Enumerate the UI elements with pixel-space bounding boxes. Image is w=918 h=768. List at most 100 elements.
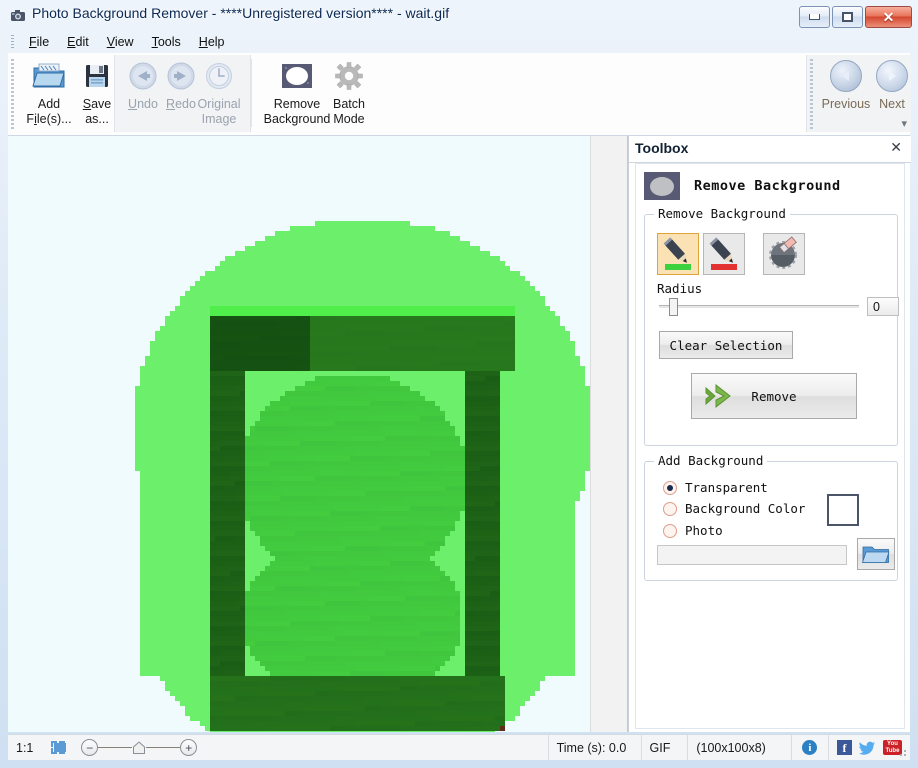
toolbar-add-files-button[interactable]: AddFile(s)...: [22, 57, 76, 131]
facebook-icon[interactable]: f: [837, 740, 852, 755]
menu-item-tools-label: ools: [158, 35, 181, 49]
menu-item-edit-label: dit: [76, 35, 89, 49]
radius-label: Radius: [657, 281, 702, 296]
add-background-group: Add Background Transparent Background Co…: [644, 461, 898, 581]
green-double-arrow-icon: [700, 382, 742, 410]
fit-to-screen-icon: [51, 741, 65, 754]
application-window: Photo Background Remover - ****Unregiste…: [0, 0, 918, 768]
menu-item-help[interactable]: Help: [190, 33, 234, 51]
clear-selection-button[interactable]: Clear Selection: [659, 331, 793, 359]
maximize-icon: [842, 12, 853, 22]
hourglass-image[interactable]: [100, 196, 590, 732]
window-controls: ✕: [799, 6, 912, 28]
fit-to-screen-button[interactable]: [43, 735, 73, 761]
option-transparent-label: Transparent: [685, 480, 768, 495]
remove-bg-icon: [281, 57, 313, 95]
minimize-icon: [809, 14, 820, 20]
remove-button[interactable]: Remove: [691, 373, 857, 419]
option-photo[interactable]: Photo: [663, 523, 723, 538]
resize-grip[interactable]: [897, 747, 907, 757]
radius-slider-thumb[interactable]: [669, 298, 678, 316]
radio-transparent-icon[interactable]: [663, 481, 677, 495]
nav-overflow-button[interactable]: ▾: [901, 117, 907, 130]
zoom-out-button[interactable]: −: [81, 739, 98, 756]
gear-icon: [334, 57, 364, 95]
menu-item-file-label: ile: [37, 35, 50, 49]
close-icon: ✕: [883, 10, 895, 24]
menu-item-view-label: iew: [115, 35, 134, 49]
toolbar-nav-group: Previous Next ▾: [806, 55, 911, 132]
toolbox-panel: Toolbox ✕ Remove Background Remove Backg…: [628, 136, 910, 732]
remove-bg-icon: [644, 172, 680, 200]
photo-path-input[interactable]: [657, 545, 847, 565]
toolbox-header: Toolbox ✕: [629, 136, 911, 163]
menu-item-tools[interactable]: Tools: [143, 33, 190, 51]
eraser-icon: [764, 234, 804, 274]
zoom-track-left[interactable]: [98, 747, 132, 748]
image-canvas[interactable]: [8, 136, 590, 732]
green-pencil-icon: [658, 234, 698, 274]
nav-grip: [810, 59, 813, 129]
zoom-in-button[interactable]: +: [180, 739, 197, 756]
clock-history-icon: [204, 57, 234, 95]
browse-photo-button[interactable]: [857, 538, 895, 570]
zoom-slider-group[interactable]: − +: [73, 735, 548, 761]
remove-background-legend: Remove Background: [654, 206, 790, 221]
arrow-right-circle-icon: [876, 57, 908, 95]
toolbar-original-image-button[interactable]: OriginalImage: [192, 57, 246, 131]
radio-background-color-icon[interactable]: [663, 502, 677, 516]
window-title: Photo Background Remover - ****Unregiste…: [32, 5, 449, 21]
radio-photo-icon[interactable]: [663, 524, 677, 538]
toolbar-batch-mode-button[interactable]: BatchMode: [322, 57, 376, 131]
toolbar-previous-label: Previous: [822, 97, 871, 112]
arrow-left-circle-icon: [830, 57, 862, 95]
toolbox-close-icon[interactable]: ✕: [890, 140, 902, 154]
maximize-button[interactable]: [832, 6, 863, 28]
twitter-icon[interactable]: [859, 741, 876, 755]
option-transparent[interactable]: Transparent: [663, 480, 768, 495]
toolbox-body: Remove Background Remove Background: [635, 163, 905, 729]
info-icon: i: [802, 740, 817, 755]
menu-item-help-label: elp: [208, 35, 225, 49]
open-folder-icon: [862, 543, 890, 565]
zoom-track-right[interactable]: [146, 747, 180, 748]
radius-value-box[interactable]: 0: [867, 297, 899, 316]
ellipse-shape: [650, 177, 674, 196]
menu-item-view[interactable]: View: [98, 33, 143, 51]
info-button[interactable]: i: [792, 735, 829, 761]
toolbar-next-button[interactable]: Next: [865, 57, 918, 131]
toolbar-add-files-label: AddFile(s)...: [26, 97, 71, 127]
background-color-swatch[interactable]: [827, 494, 859, 526]
toolbar-remove-background-label: RemoveBackground: [264, 97, 331, 127]
keep-marker-tool-button[interactable]: [657, 233, 699, 275]
status-bar: 1:1 − + Time (s): 0.0 GIF (100x100x8) i: [8, 734, 910, 760]
menu-item-file[interactable]: File: [20, 33, 58, 51]
menu-bar: File Edit View Tools Help: [8, 31, 910, 53]
red-pencil-icon: [704, 234, 744, 274]
option-photo-label: Photo: [685, 523, 723, 538]
minimize-button[interactable]: [799, 6, 830, 28]
toolbar-save-as-label: Saveas...: [83, 97, 112, 127]
option-background-color-label: Background Color: [685, 501, 805, 516]
toolbar-grip: [11, 59, 14, 129]
radius-slider-track[interactable]: [659, 305, 859, 308]
remove-marker-tool-button[interactable]: [703, 233, 745, 275]
option-background-color[interactable]: Background Color: [663, 501, 805, 516]
main-toolbar: AddFile(s)... Saveas...: [8, 53, 910, 136]
toolbar-batch-mode-label: BatchMode: [333, 97, 365, 127]
eraser-tool-button[interactable]: [763, 233, 805, 275]
dimensions-label: (100x100x8): [688, 735, 791, 761]
menu-item-edit[interactable]: Edit: [58, 33, 98, 51]
canvas-splitter[interactable]: [590, 136, 628, 732]
remove-button-label: Remove: [751, 389, 796, 404]
time-label: Time (s): 0.0: [549, 735, 642, 761]
zoom-slider-thumb[interactable]: [132, 741, 146, 755]
photo-preview[interactable]: [100, 196, 590, 732]
add-background-legend: Add Background: [654, 453, 767, 468]
format-label: GIF: [642, 735, 689, 761]
close-button[interactable]: ✕: [865, 6, 912, 28]
zoom-ratio-label: 1:1: [8, 735, 43, 761]
app-icon: [10, 7, 26, 23]
toolbar-next-label: Next: [879, 97, 905, 112]
floppy-disk-icon: [82, 57, 112, 95]
